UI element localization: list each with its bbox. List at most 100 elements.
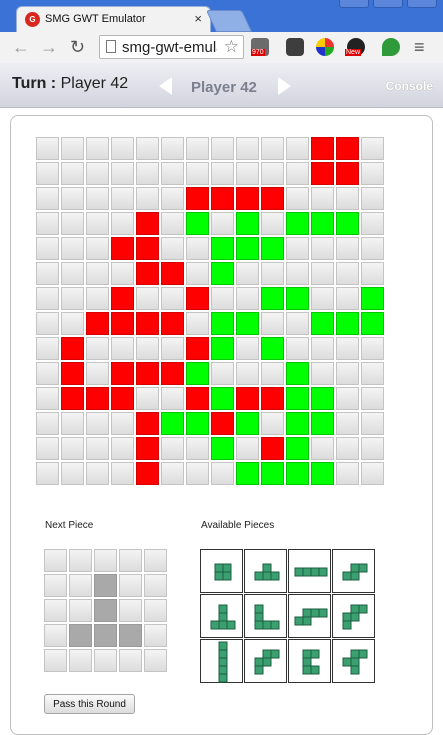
- board-cell[interactable]: [361, 262, 384, 285]
- board-cell-red[interactable]: [61, 362, 84, 385]
- board-cell[interactable]: [186, 437, 209, 460]
- board-cell[interactable]: [111, 162, 134, 185]
- board-cell[interactable]: [111, 187, 134, 210]
- board-cell-green[interactable]: [186, 362, 209, 385]
- new-tab-button[interactable]: [205, 10, 253, 32]
- board-cell[interactable]: [286, 312, 309, 335]
- board-cell[interactable]: [36, 387, 59, 410]
- board-cell-green[interactable]: [161, 412, 184, 435]
- available-piece-square[interactable]: [200, 549, 243, 593]
- board-cell-green[interactable]: [236, 462, 259, 485]
- board-cell[interactable]: [336, 412, 359, 435]
- board-cell[interactable]: [61, 437, 84, 460]
- board-cell[interactable]: [336, 287, 359, 310]
- board-cell[interactable]: [311, 437, 334, 460]
- extension-new-icon[interactable]: New: [345, 38, 365, 56]
- board-cell-red[interactable]: [311, 162, 334, 185]
- board-cell-red[interactable]: [161, 362, 184, 385]
- url-text[interactable]: smg-gwt-emulator: [122, 39, 217, 56]
- board-cell-red[interactable]: [111, 312, 134, 335]
- board-cell[interactable]: [361, 162, 384, 185]
- board-cell[interactable]: [236, 437, 259, 460]
- board-cell[interactable]: [36, 212, 59, 235]
- board-cell[interactable]: [261, 262, 284, 285]
- board-cell[interactable]: [136, 137, 159, 160]
- board-cell[interactable]: [86, 362, 109, 385]
- next-player-arrow-icon[interactable]: [278, 77, 291, 95]
- board-cell[interactable]: [86, 212, 109, 235]
- board-cell[interactable]: [261, 312, 284, 335]
- board-cell[interactable]: [211, 137, 234, 160]
- evernote-icon[interactable]: [382, 38, 400, 56]
- available-piece-f-shape[interactable]: [332, 639, 375, 683]
- board-cell[interactable]: [161, 212, 184, 235]
- board-cell[interactable]: [161, 462, 184, 485]
- address-bar[interactable]: smg-gwt-emulator ☆: [99, 35, 244, 59]
- board-cell[interactable]: [336, 437, 359, 460]
- board-cell[interactable]: [111, 137, 134, 160]
- bookmark-star-icon[interactable]: ☆: [224, 37, 239, 57]
- board-cell-green[interactable]: [261, 462, 284, 485]
- board-cell-green[interactable]: [311, 312, 334, 335]
- board-cell-green[interactable]: [286, 412, 309, 435]
- board-cell-red[interactable]: [136, 312, 159, 335]
- board-cell-red[interactable]: [86, 387, 109, 410]
- board-cell[interactable]: [36, 337, 59, 360]
- board-cell[interactable]: [336, 187, 359, 210]
- board-cell[interactable]: [161, 437, 184, 460]
- board-cell-red[interactable]: [211, 412, 234, 435]
- board-cell-green[interactable]: [286, 212, 309, 235]
- board-cell[interactable]: [261, 212, 284, 235]
- board-cell-red[interactable]: [136, 412, 159, 435]
- board-cell[interactable]: [61, 287, 84, 310]
- board-cell[interactable]: [161, 337, 184, 360]
- board-cell[interactable]: [361, 437, 384, 460]
- board-cell[interactable]: [61, 262, 84, 285]
- board-cell-green[interactable]: [186, 412, 209, 435]
- pocket-icon[interactable]: [286, 38, 304, 56]
- board-cell[interactable]: [86, 162, 109, 185]
- board-cell[interactable]: [261, 162, 284, 185]
- board-cell-green[interactable]: [336, 312, 359, 335]
- board-cell[interactable]: [161, 387, 184, 410]
- board-cell-red[interactable]: [336, 137, 359, 160]
- board-cell[interactable]: [311, 187, 334, 210]
- board-cell-red[interactable]: [186, 387, 209, 410]
- board-cell[interactable]: [361, 187, 384, 210]
- board-cell-green[interactable]: [211, 387, 234, 410]
- board-cell[interactable]: [36, 287, 59, 310]
- board-cell-red[interactable]: [161, 262, 184, 285]
- board-cell[interactable]: [86, 412, 109, 435]
- board-cell[interactable]: [186, 462, 209, 485]
- board-cell[interactable]: [286, 237, 309, 260]
- board-cell-green[interactable]: [261, 287, 284, 310]
- tab-close-icon[interactable]: ×: [194, 11, 202, 26]
- board-cell[interactable]: [61, 462, 84, 485]
- board-cell[interactable]: [311, 337, 334, 360]
- board-cell[interactable]: [336, 337, 359, 360]
- board-cell-red[interactable]: [111, 362, 134, 385]
- board-cell[interactable]: [61, 137, 84, 160]
- board-cell[interactable]: [186, 137, 209, 160]
- available-piece-w-shape[interactable]: [244, 639, 287, 683]
- available-piece-c-shape[interactable]: [288, 639, 331, 683]
- minimize-button[interactable]: [339, 0, 369, 8]
- board-cell-green[interactable]: [211, 437, 234, 460]
- board-cell[interactable]: [136, 387, 159, 410]
- board-cell[interactable]: [111, 212, 134, 235]
- available-piece-l-left[interactable]: [200, 594, 243, 638]
- board-cell[interactable]: [86, 137, 109, 160]
- board-cell[interactable]: [311, 287, 334, 310]
- board-cell[interactable]: [236, 337, 259, 360]
- board-cell[interactable]: [286, 262, 309, 285]
- board-cell-green[interactable]: [211, 237, 234, 260]
- board-cell-red[interactable]: [236, 387, 259, 410]
- board-cell-green[interactable]: [186, 212, 209, 235]
- board-cell[interactable]: [336, 237, 359, 260]
- board-cell[interactable]: [261, 412, 284, 435]
- board-cell-green[interactable]: [311, 462, 334, 485]
- board-cell[interactable]: [186, 237, 209, 260]
- game-board[interactable]: [36, 137, 384, 485]
- board-cell[interactable]: [136, 337, 159, 360]
- board-cell[interactable]: [61, 237, 84, 260]
